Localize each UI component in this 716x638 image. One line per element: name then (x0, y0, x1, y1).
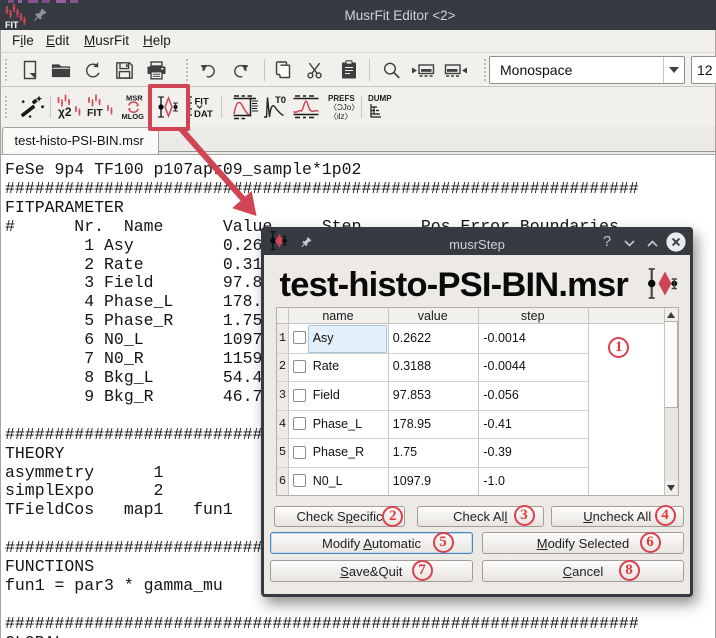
svg-text:DUMP: DUMP (368, 94, 392, 103)
svg-text:MSR: MSR (126, 94, 143, 103)
svg-text:FIT: FIT (87, 107, 103, 119)
svg-text:T0: T0 (275, 95, 286, 106)
svg-text:〈ƆJо〉: 〈ƆJо〉 (329, 103, 356, 112)
svg-text:PREFS: PREFS (328, 94, 355, 103)
svg-text:FIT: FIT (5, 20, 19, 29)
svg-text:MLOG: MLOG (122, 112, 145, 121)
svg-text:〈ιlz〉: 〈ιlz〉 (329, 112, 353, 121)
svg-text:DAT: DAT (194, 109, 213, 120)
svg-text:χ2: χ2 (58, 105, 72, 119)
